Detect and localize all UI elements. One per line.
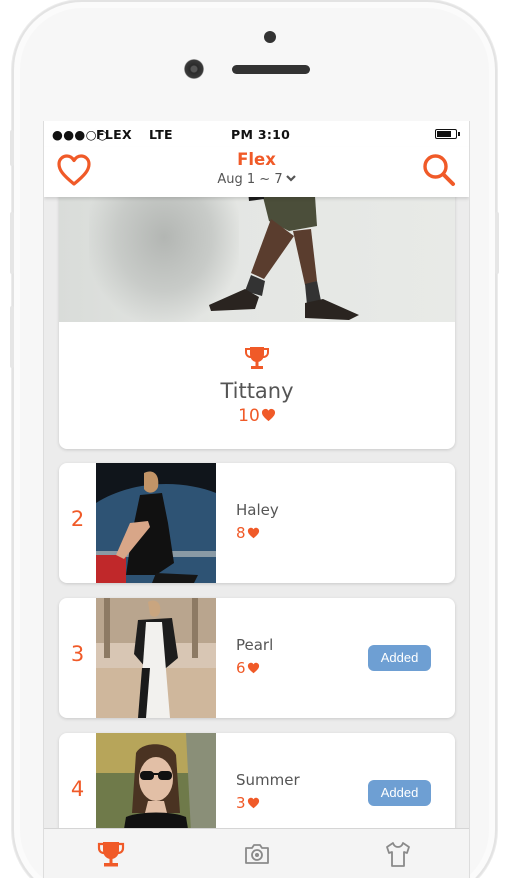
volume-down-button	[10, 306, 14, 368]
tab-bar	[44, 828, 469, 878]
heart-icon	[247, 797, 259, 809]
rank-number: 2	[70, 507, 85, 531]
app-title: Flex	[237, 150, 276, 169]
search-icon[interactable]	[421, 152, 457, 188]
heart-icon	[247, 527, 259, 539]
likes-count: 3	[236, 794, 246, 812]
likes-count: 10	[238, 406, 260, 426]
front-sensor	[264, 31, 276, 43]
entry-likes: 6	[236, 659, 260, 677]
carrier-label: FLEX	[96, 127, 132, 142]
volume-up-button	[10, 212, 14, 274]
network-label: LTE	[149, 127, 173, 142]
date-range-selector[interactable]: Aug 1 ~ 7	[44, 172, 469, 187]
power-button	[495, 212, 499, 274]
added-button[interactable]: Added	[368, 645, 431, 671]
status-bar: ●●●○○ FLEX LTE PM 3:10	[44, 121, 469, 147]
rank-number: 4	[70, 777, 85, 801]
entry-name: Summer	[236, 771, 300, 789]
battery-icon	[435, 129, 460, 139]
list-item[interactable]: 3 Pearl 6 Added	[59, 598, 455, 718]
entry-photo	[96, 463, 216, 583]
rank-number: 3	[70, 642, 85, 666]
entry-name: Pearl	[236, 636, 274, 654]
top-entry-photo	[59, 181, 455, 322]
status-time: PM 3:10	[231, 127, 291, 142]
heart-icon	[261, 408, 275, 422]
trophy-icon	[245, 347, 269, 369]
earpiece-speaker	[232, 65, 310, 74]
nav-bar: Flex Aug 1 ~ 7	[44, 147, 469, 197]
entry-likes: 8	[236, 524, 260, 542]
top-entry-name: Tittany	[220, 379, 294, 403]
likes-count: 8	[236, 524, 246, 542]
top-entry-likes: 10	[59, 406, 455, 426]
entry-name: Haley	[236, 501, 279, 519]
list-item[interactable]: 2 Haley 8	[59, 463, 455, 583]
likes-count: 6	[236, 659, 246, 677]
chevron-down-icon	[285, 175, 296, 182]
top-entry-card[interactable]: Tittany 10	[59, 181, 455, 449]
app-screen: ●●●○○ FLEX LTE PM 3:10 Flex Aug 1 ~ 7 Ti…	[43, 121, 470, 878]
mute-switch	[10, 130, 14, 166]
camera-icon[interactable]	[242, 839, 272, 869]
front-camera	[184, 59, 204, 79]
added-button[interactable]: Added	[368, 780, 431, 806]
trophy-icon[interactable]	[96, 839, 126, 869]
date-range-label: Aug 1 ~ 7	[217, 172, 283, 187]
entry-photo	[96, 598, 216, 718]
tshirt-icon[interactable]	[383, 839, 413, 869]
entry-likes: 3	[236, 794, 260, 812]
heart-icon	[247, 662, 259, 674]
